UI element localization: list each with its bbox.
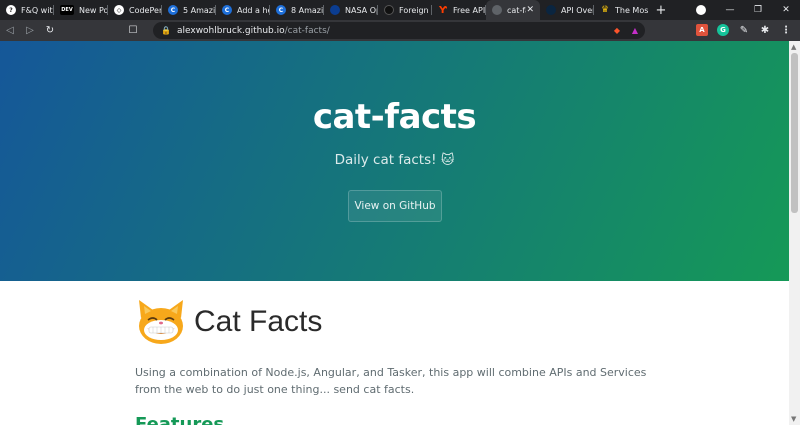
dev-icon: DEV [60,5,74,15]
tab-the-most[interactable]: ♛ The Mos [594,0,648,20]
c-icon: C [222,5,232,15]
reload-icon[interactable]: ↻ [40,25,60,36]
tab-foreign[interactable]: Foreign [378,0,432,20]
minimize-icon[interactable]: — [716,5,744,15]
api-icon: Ƴ [439,4,447,16]
main-content: Cat Facts Using a combination of Node.js… [135,297,655,425]
url-host: alexwohlbruck.github.io [176,25,285,36]
window-controls: — ❐ ✕ [696,0,800,20]
foreign-icon [384,5,394,15]
brand-title: Cat Facts [194,305,323,338]
tab-title: Free API [453,5,486,15]
page-scrollbar[interactable]: ▲ ▼ [789,41,800,425]
scrollbar-thumb[interactable] [791,53,798,213]
back-icon[interactable]: ◁ [0,25,20,36]
browser-toolbar: ◁ ▷ ↻ ☐ 🔒 alexwohlbruck.github.io/cat-fa… [0,20,800,41]
globe-icon [492,5,502,15]
translate-extension-icon[interactable]: A [696,24,708,36]
tab-codepen[interactable]: ◇ CodePen [108,0,162,20]
nasa-icon [330,5,340,15]
close-window-icon[interactable]: ✕ [772,5,800,15]
brave-rewards-icon[interactable]: ▲ [629,24,641,36]
codepen-icon: ◇ [114,5,124,15]
cat-logo-icon [139,300,183,344]
tab-add-header[interactable]: C Add a he [216,0,270,20]
tab-faq[interactable]: ? F&Q with [0,0,54,20]
project-tagline: Daily cat facts! 🐱 [0,152,789,168]
trophy-icon: ♛ [600,5,610,15]
project-description: Using a combination of Node.js, Angular,… [135,366,647,396]
tab-nasa[interactable]: NASA Op [324,0,378,20]
tab-dev[interactable]: DEV New Post [54,0,108,20]
new-tab-icon[interactable]: + [648,0,674,20]
menu-dots-icon[interactable]: ⋮ [780,24,792,36]
page-viewport: cat-facts Daily cat facts! 🐱 View on Git… [0,41,789,425]
lock-icon: 🔒 [161,26,171,35]
tab-title: Foreign [399,5,429,15]
tab-title: F&Q with [21,5,54,15]
scroll-up-icon[interactable]: ▲ [791,43,796,51]
api-overview-icon [546,5,556,15]
forward-icon[interactable]: ▷ [20,25,40,36]
close-tab-icon[interactable]: ✕ [526,5,534,15]
bookmark-icon[interactable]: ☐ [120,25,146,36]
brave-shield-icon[interactable]: ◆ [611,24,623,36]
address-bar[interactable]: 🔒 alexwohlbruck.github.io/cat-facts/ ◆ ▲ [153,22,645,39]
tab-strip: ? F&Q with DEV New Post ◇ CodePen C 5 Am… [0,0,800,20]
tab-api-overview[interactable]: API Over [540,0,594,20]
tagline-text: Daily cat facts! [334,152,437,168]
download-icon[interactable] [696,5,706,15]
faq-icon: ? [6,5,16,15]
extension-bar: A G ✎ ✱ ⋮ [696,24,792,36]
tab-title: 8 Amazin [291,5,324,15]
features-heading: Features [135,414,225,425]
tab-title: 5 Amazin [183,5,216,15]
tab-title: cat-fa [507,5,526,15]
tab-title: New Post [79,5,108,15]
view-on-github-button[interactable]: View on GitHub [348,190,442,222]
project-title: cat-facts [312,97,477,137]
tab-cat-facts[interactable]: cat-fa ✕ [486,0,540,20]
url-path: /cat-facts/ [284,25,330,36]
page-header: cat-facts Daily cat facts! 🐱 View on Git… [0,41,789,281]
tab-free-api[interactable]: Ƴ Free API [432,0,486,20]
c-icon: C [276,5,286,15]
tab-title: The Mos [615,5,648,15]
restore-icon[interactable]: ❐ [744,5,772,15]
tab-title: CodePen [129,5,162,15]
cat-emoji-icon: 🐱 [440,153,455,168]
scroll-down-icon[interactable]: ▼ [791,415,796,423]
tab-title: NASA Op [345,5,378,15]
tab-title: Add a he [237,5,270,15]
tab-amazing-1[interactable]: C 5 Amazin [162,0,216,20]
c-icon: C [168,5,178,15]
tab-amazing-2[interactable]: C 8 Amazin [270,0,324,20]
brand-heading: Cat Facts [135,297,655,347]
tab-title: API Over [561,5,594,15]
extensions-puzzle-icon[interactable]: ✱ [759,24,771,36]
grammarly-icon[interactable]: G [717,24,729,36]
pen-extension-icon[interactable]: ✎ [738,24,750,36]
